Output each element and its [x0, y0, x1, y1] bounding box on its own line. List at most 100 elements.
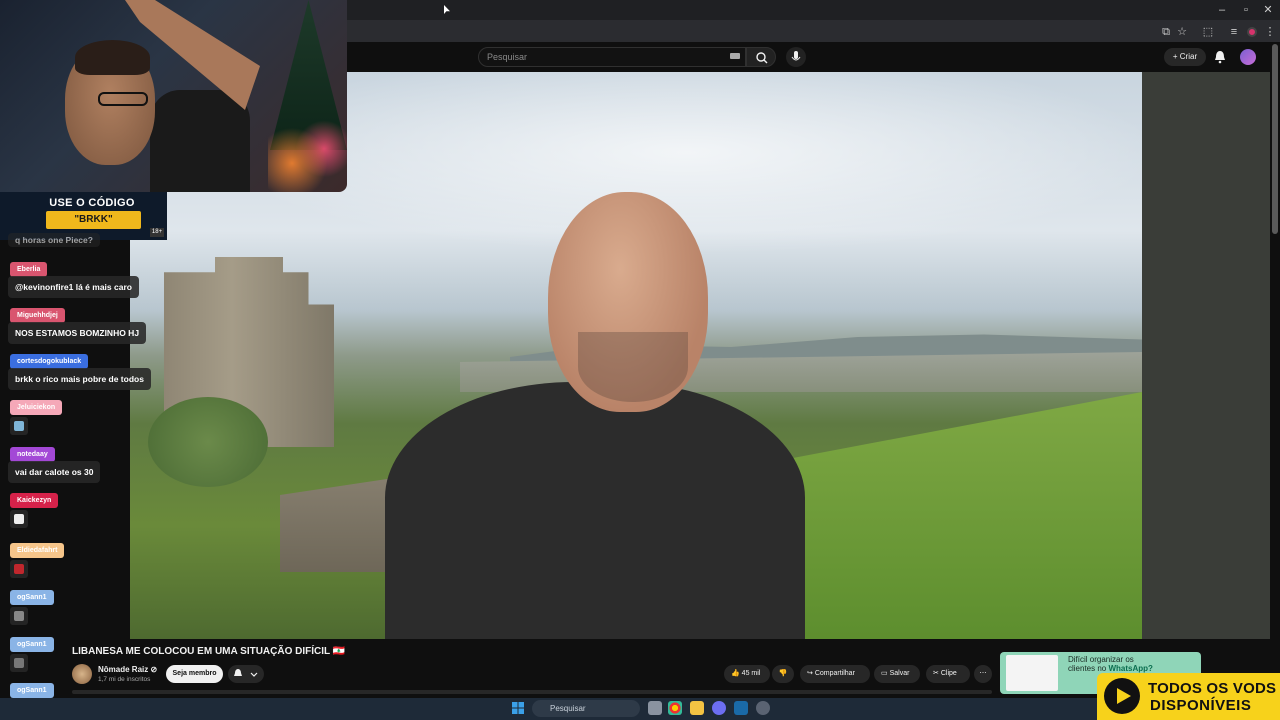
like-button[interactable]: 👍 45 mil	[724, 665, 770, 683]
chat-username: Kaickezyn	[10, 493, 59, 508]
streamer-webcam	[0, 0, 347, 192]
clip-label: Clipe	[940, 670, 957, 677]
file-explorer-icon[interactable]	[690, 701, 704, 715]
chat-emote	[10, 560, 28, 578]
steam-icon[interactable]	[734, 701, 748, 715]
page-scrollbar[interactable]	[1272, 44, 1278, 234]
chat-username: notedaay	[10, 447, 55, 462]
save-label: Salvar	[889, 670, 910, 677]
menu-list-icon[interactable]: ≡	[1226, 24, 1242, 40]
keyboard-icon[interactable]	[730, 53, 740, 59]
ad-subline: clientes no WhatsApp?	[1068, 664, 1153, 673]
chat-username: ogSann1	[10, 590, 54, 605]
search-button[interactable]	[746, 47, 776, 67]
more-icon: ⋯	[979, 670, 987, 677]
chat-username: Jeluiciekon	[10, 400, 63, 415]
minimize-icon[interactable]: –	[1212, 2, 1232, 18]
mic-icon	[791, 51, 801, 61]
voice-search-button[interactable]	[786, 47, 806, 67]
user-avatar[interactable]	[1240, 49, 1256, 65]
share-label: Compartilhar	[814, 670, 855, 677]
ad-thumbnail	[1006, 655, 1058, 691]
emote-icon	[14, 421, 24, 431]
maximize-icon[interactable]: ▫	[1236, 2, 1256, 18]
chat-message-partial: q horas one Piece?	[8, 233, 100, 247]
description-box[interactable]	[72, 690, 992, 694]
thumbs-down-icon: 👎	[778, 670, 788, 677]
search-input[interactable]: Pesquisar	[478, 47, 746, 67]
more-actions-button[interactable]: ⋯	[974, 665, 992, 683]
vods-logo-text-1: TODOS OS VODS	[1148, 680, 1277, 697]
task-view-icon[interactable]	[648, 701, 662, 715]
create-button[interactable]: + Criar	[1164, 48, 1206, 66]
bell-icon	[234, 669, 242, 676]
ad-highlight: WhatsApp?	[1108, 664, 1153, 673]
secondary-panel	[1142, 72, 1270, 639]
chat-emote	[10, 607, 28, 625]
cast-icon[interactable]: ⧉	[1158, 24, 1174, 40]
star-icon[interactable]: ☆	[1174, 24, 1190, 40]
chat-message: @kevinonfire1 lá é mais caro	[8, 276, 139, 298]
create-label: Criar	[1179, 52, 1198, 61]
notifications-button[interactable]	[1212, 49, 1228, 65]
promo-text: USE O CÓDIGO	[49, 197, 135, 209]
video-title: LIBANESA ME COLOCOU EM UMA SITUAÇÃO DIFÍ…	[72, 646, 346, 657]
save-button[interactable]: ▭ Salvar	[874, 665, 920, 683]
join-button[interactable]: Seja membro	[166, 665, 223, 683]
taskbar-search[interactable]: Pesquisar	[532, 700, 640, 717]
close-icon[interactable]: ✕	[1258, 2, 1278, 18]
bell-icon	[1215, 51, 1225, 64]
chat-message: NOS ESTAMOS BOMZINHO HJ	[8, 322, 147, 344]
channel-avatar[interactable]	[72, 664, 92, 684]
share-button[interactable]: ↪ Compartilhar	[800, 665, 870, 683]
video-grass	[750, 392, 1142, 639]
windows-start-icon[interactable]	[511, 701, 525, 715]
save-icon: ▭	[881, 670, 888, 677]
emote-icon	[14, 564, 24, 574]
clip-button[interactable]: ✂ Clipe	[926, 665, 970, 683]
ad-subline-text: clientes no	[1068, 664, 1109, 673]
discord-icon[interactable]	[712, 701, 726, 715]
chat-username: ogSann1	[10, 637, 54, 652]
chat-message: brkk o rico mais pobre de todos	[8, 368, 151, 390]
profile-icon[interactable]	[1244, 24, 1260, 40]
extensions-icon[interactable]: ⬚	[1200, 24, 1216, 40]
chat-username: ogSann1	[10, 683, 54, 698]
ad-headline: Difícil organizar os	[1068, 655, 1134, 664]
streamer-hair	[75, 40, 150, 75]
thumbs-up-icon: 👍	[731, 670, 740, 677]
video-person-beard	[578, 332, 688, 402]
background-lights	[268, 120, 347, 192]
play-logo-icon	[1104, 678, 1140, 714]
emote-icon	[14, 514, 24, 524]
emote-icon	[14, 658, 24, 668]
streamer-shirt	[150, 90, 250, 192]
video-person-body	[385, 382, 805, 639]
chat-emote	[10, 510, 28, 528]
search-icon	[756, 52, 768, 64]
video-tree	[148, 397, 268, 487]
subscription-bell-button[interactable]	[228, 665, 264, 683]
share-icon: ↪	[807, 670, 813, 677]
chevron-down-icon	[250, 672, 258, 677]
vods-logo-text-2: DISPONÍVEIS	[1150, 697, 1252, 714]
chat-username: Eldiedafahrt	[10, 543, 65, 558]
scissors-icon: ✂	[933, 670, 939, 677]
like-count: 45 mil	[741, 670, 761, 677]
chat-message: vai dar calote os 30	[8, 461, 101, 483]
chat-username: Miguehhdjej	[10, 308, 65, 323]
chat-emote	[10, 417, 28, 435]
chat-username: Eberlia	[10, 262, 48, 277]
app-icon[interactable]	[756, 701, 770, 715]
emote-icon	[14, 611, 24, 621]
promo-code: "BRKK"	[46, 211, 141, 229]
channel-name[interactable]: Nômade Raiz ⊘	[98, 665, 157, 674]
streamer-glasses	[98, 92, 148, 106]
chat-username: cortesdogokublack	[10, 354, 89, 369]
age-rating-badge: 18+	[150, 228, 164, 237]
more-icon[interactable]: ⋮	[1262, 24, 1278, 40]
chrome-icon[interactable]	[668, 701, 682, 715]
chat-emote	[10, 654, 28, 672]
dislike-button[interactable]: 👎	[772, 665, 794, 683]
subscriber-count: 1,7 mi de inscritos	[98, 676, 151, 683]
